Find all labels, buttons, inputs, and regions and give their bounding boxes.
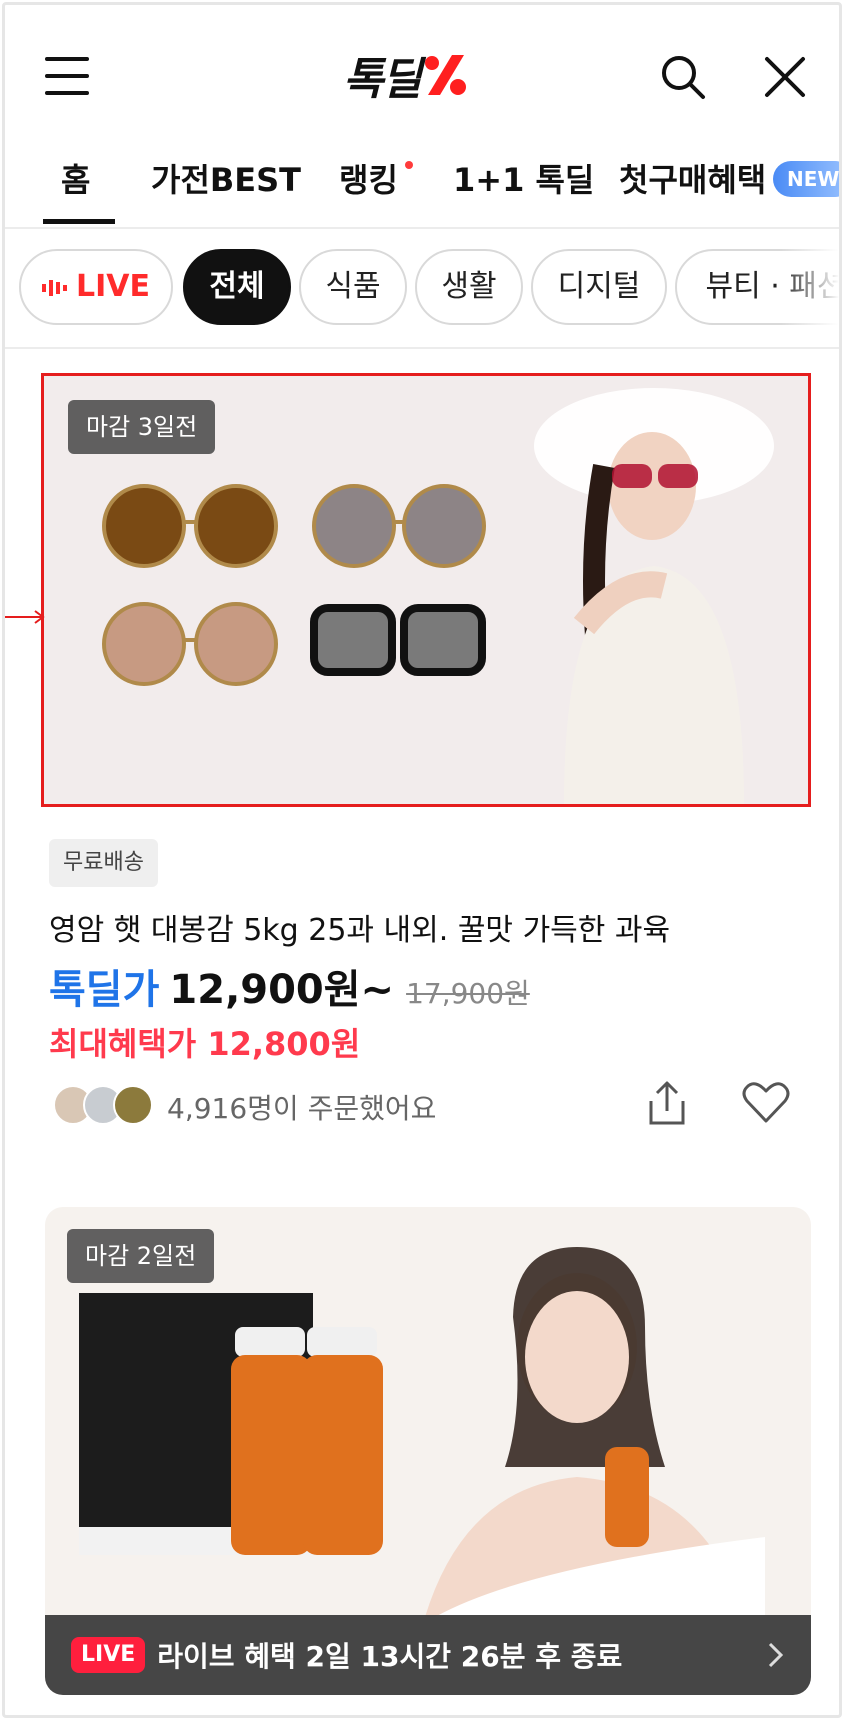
tab-first-purchase[interactable]: 첫구매혜택 xyxy=(619,155,766,201)
category-chips: LIVE 전체 식품 생활 디지털 뷰티 · 패션 xyxy=(5,231,839,349)
chip-live-label: LIVE xyxy=(76,269,150,304)
chevron-right-icon xyxy=(768,1642,784,1668)
product-card-2[interactable]: 마감 2일전 LIVE 라이브 혜택 2일 13시간 26분 후 종료 xyxy=(45,1207,811,1695)
close-icon[interactable] xyxy=(763,55,807,99)
chip-digital[interactable]: 디지털 xyxy=(531,249,667,325)
new-badge: NEW xyxy=(773,161,839,197)
order-count: 4,916명이 주문했어요 xyxy=(167,1092,437,1125)
price-label: 톡딜가 xyxy=(49,967,160,1013)
product-image-sunglasses[interactable]: 마감 3일전 xyxy=(41,373,811,807)
avatar xyxy=(113,1085,153,1125)
main-tabs: 홈 가전BEST 랭킹 1+1 톡딜 첫구매혜택 NEW xyxy=(5,129,839,229)
chip-all[interactable]: 전체 xyxy=(183,249,291,325)
tab-home[interactable]: 홈 xyxy=(61,155,90,201)
price-row: 톡딜가 12,900원~ 17,900원 xyxy=(49,957,530,1015)
chip-live[interactable]: LIVE xyxy=(19,249,173,325)
live-benefit-bar[interactable]: LIVE 라이브 혜택 2일 13시간 26분 후 종료 xyxy=(45,1615,811,1695)
share-icon[interactable] xyxy=(645,1079,689,1129)
chips-fade xyxy=(779,231,839,347)
live-badge: LIVE xyxy=(71,1637,146,1673)
active-tab-indicator xyxy=(43,219,115,224)
ranking-new-dot xyxy=(405,161,413,169)
arrow-right-icon xyxy=(5,610,45,624)
live-countdown-text: 라이브 혜택 2일 13시간 26분 후 종료 xyxy=(157,1640,623,1673)
deadline-badge: 마감 2일전 xyxy=(67,1229,215,1283)
tab-1plus1-deal[interactable]: 1+1 톡딜 xyxy=(453,155,594,201)
buyer-avatars xyxy=(53,1085,157,1127)
tab-appliance-best[interactable]: 가전BEST xyxy=(151,155,301,201)
tab-ranking[interactable]: 랭킹 xyxy=(339,155,398,201)
chip-living[interactable]: 생활 xyxy=(415,249,523,325)
chip-food[interactable]: 식품 xyxy=(299,249,407,325)
sale-price: 12,900원~ xyxy=(169,967,395,1013)
logo[interactable]: 톡딜 xyxy=(343,47,470,105)
logo-text: 톡딜 xyxy=(343,54,422,105)
deadline-badge: 마감 3일전 xyxy=(68,400,216,454)
free-shipping-badge: 무료배송 xyxy=(49,839,158,887)
header: 톡딜 xyxy=(5,5,839,129)
percent-logo-icon xyxy=(424,55,466,95)
app-frame: 톡딜 홈 가전BEST 랭킹 1+1 톡딜 첫구매혜택 NEW LIVE 전체 … xyxy=(2,2,842,1718)
live-bars-icon xyxy=(42,279,67,296)
product-title[interactable]: 영암 햇 대봉감 5kg 25과 내외. 꿀맛 가득한 과육 xyxy=(49,905,670,949)
menu-icon[interactable] xyxy=(45,57,89,95)
max-benefit-price: 최대혜택가 12,800원 xyxy=(49,1025,361,1063)
search-icon[interactable] xyxy=(659,53,707,101)
heart-icon[interactable] xyxy=(741,1079,791,1125)
original-price: 17,900원 xyxy=(406,977,530,1010)
